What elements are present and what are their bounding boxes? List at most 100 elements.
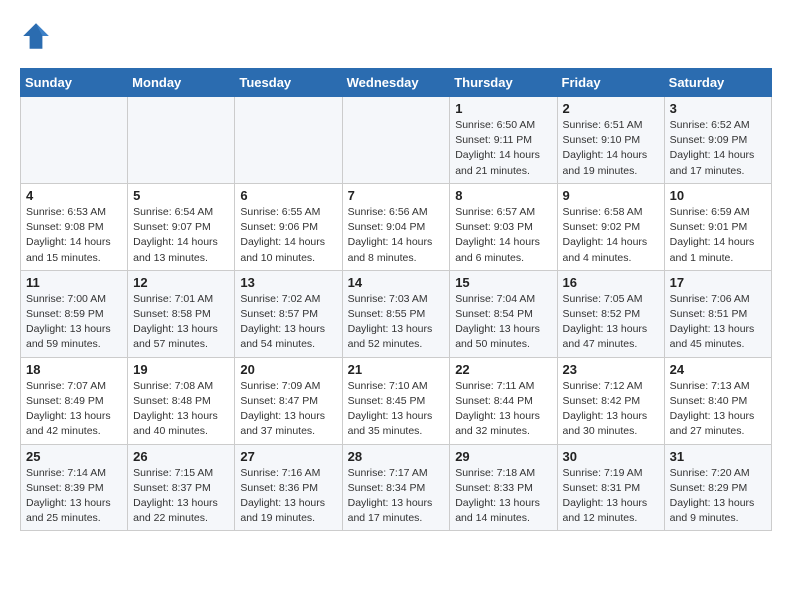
calendar-cell: [235, 97, 342, 184]
day-info: Sunrise: 7:15 AM Sunset: 8:37 PM Dayligh…: [133, 466, 229, 527]
day-info: Sunrise: 7:11 AM Sunset: 8:44 PM Dayligh…: [455, 379, 551, 440]
calendar-cell: [21, 97, 128, 184]
weekday-header-monday: Monday: [128, 69, 235, 97]
page-header: [20, 20, 772, 52]
day-number: 26: [133, 449, 229, 464]
day-number: 14: [348, 275, 445, 290]
day-number: 21: [348, 362, 445, 377]
weekday-header-wednesday: Wednesday: [342, 69, 450, 97]
day-number: 19: [133, 362, 229, 377]
day-info: Sunrise: 7:00 AM Sunset: 8:59 PM Dayligh…: [26, 292, 122, 353]
day-info: Sunrise: 7:19 AM Sunset: 8:31 PM Dayligh…: [563, 466, 659, 527]
day-info: Sunrise: 6:55 AM Sunset: 9:06 PM Dayligh…: [240, 205, 336, 266]
calendar-cell: [128, 97, 235, 184]
day-number: 30: [563, 449, 659, 464]
day-number: 29: [455, 449, 551, 464]
weekday-header-sunday: Sunday: [21, 69, 128, 97]
calendar-cell: 26 Sunrise: 7:15 AM Sunset: 8:37 PM Dayli…: [128, 444, 235, 531]
day-info: Sunrise: 7:02 AM Sunset: 8:57 PM Dayligh…: [240, 292, 336, 353]
day-info: Sunrise: 7:10 AM Sunset: 8:45 PM Dayligh…: [348, 379, 445, 440]
day-info: Sunrise: 6:53 AM Sunset: 9:08 PM Dayligh…: [26, 205, 122, 266]
calendar-cell: 31 Sunrise: 7:20 AM Sunset: 8:29 PM Dayli…: [664, 444, 771, 531]
day-number: 25: [26, 449, 122, 464]
calendar-cell: 2 Sunrise: 6:51 AM Sunset: 9:10 PM Daylig…: [557, 97, 664, 184]
weekday-header-saturday: Saturday: [664, 69, 771, 97]
day-info: Sunrise: 6:54 AM Sunset: 9:07 PM Dayligh…: [133, 205, 229, 266]
calendar-cell: 19 Sunrise: 7:08 AM Sunset: 8:48 PM Dayli…: [128, 357, 235, 444]
day-number: 27: [240, 449, 336, 464]
day-info: Sunrise: 6:56 AM Sunset: 9:04 PM Dayligh…: [348, 205, 445, 266]
day-number: 24: [670, 362, 766, 377]
day-number: 2: [563, 101, 659, 116]
day-number: 13: [240, 275, 336, 290]
calendar-cell: 20 Sunrise: 7:09 AM Sunset: 8:47 PM Dayli…: [235, 357, 342, 444]
day-info: Sunrise: 7:09 AM Sunset: 8:47 PM Dayligh…: [240, 379, 336, 440]
day-number: 31: [670, 449, 766, 464]
calendar-cell: 29 Sunrise: 7:18 AM Sunset: 8:33 PM Dayli…: [450, 444, 557, 531]
day-number: 4: [26, 188, 122, 203]
day-info: Sunrise: 7:18 AM Sunset: 8:33 PM Dayligh…: [455, 466, 551, 527]
day-number: 9: [563, 188, 659, 203]
logo: [20, 20, 56, 52]
calendar-cell: 5Sunrise: 6:54 AM Sunset: 9:07 PM Daylig…: [128, 183, 235, 270]
day-number: 12: [133, 275, 229, 290]
day-number: 15: [455, 275, 551, 290]
day-number: 7: [348, 188, 445, 203]
day-number: 17: [670, 275, 766, 290]
day-number: 1: [455, 101, 551, 116]
calendar-table: SundayMondayTuesdayWednesdayThursdayFrid…: [20, 68, 772, 531]
calendar-cell: 13 Sunrise: 7:02 AM Sunset: 8:57 PM Dayli…: [235, 270, 342, 357]
day-info: Sunrise: 6:51 AM Sunset: 9:10 PM Dayligh…: [563, 118, 659, 179]
weekday-header-row: SundayMondayTuesdayWednesdayThursdayFrid…: [21, 69, 772, 97]
calendar-cell: 15 Sunrise: 7:04 AM Sunset: 8:54 PM Dayli…: [450, 270, 557, 357]
day-info: Sunrise: 6:52 AM Sunset: 9:09 PM Dayligh…: [670, 118, 766, 179]
day-number: 11: [26, 275, 122, 290]
weekday-header-thursday: Thursday: [450, 69, 557, 97]
calendar-cell: 22 Sunrise: 7:11 AM Sunset: 8:44 PM Dayli…: [450, 357, 557, 444]
day-number: 10: [670, 188, 766, 203]
day-number: 22: [455, 362, 551, 377]
day-info: Sunrise: 7:01 AM Sunset: 8:58 PM Dayligh…: [133, 292, 229, 353]
day-info: Sunrise: 6:59 AM Sunset: 9:01 PM Dayligh…: [670, 205, 766, 266]
calendar-cell: 9 Sunrise: 6:58 AM Sunset: 9:02 PM Daylig…: [557, 183, 664, 270]
week-row-1: 1 Sunrise: 6:50 AM Sunset: 9:11 PM Daylig…: [21, 97, 772, 184]
day-info: Sunrise: 7:12 AM Sunset: 8:42 PM Dayligh…: [563, 379, 659, 440]
day-info: Sunrise: 7:03 AM Sunset: 8:55 PM Dayligh…: [348, 292, 445, 353]
day-info: Sunrise: 7:14 AM Sunset: 8:39 PM Dayligh…: [26, 466, 122, 527]
week-row-4: 18Sunrise: 7:07 AM Sunset: 8:49 PM Dayli…: [21, 357, 772, 444]
calendar-cell: 12 Sunrise: 7:01 AM Sunset: 8:58 PM Dayli…: [128, 270, 235, 357]
calendar-cell: [342, 97, 450, 184]
day-number: 6: [240, 188, 336, 203]
week-row-5: 25 Sunrise: 7:14 AM Sunset: 8:39 PM Dayli…: [21, 444, 772, 531]
day-info: Sunrise: 7:13 AM Sunset: 8:40 PM Dayligh…: [670, 379, 766, 440]
calendar-cell: 4 Sunrise: 6:53 AM Sunset: 9:08 PM Daylig…: [21, 183, 128, 270]
calendar-cell: 23 Sunrise: 7:12 AM Sunset: 8:42 PM Dayli…: [557, 357, 664, 444]
week-row-3: 11 Sunrise: 7:00 AM Sunset: 8:59 PM Dayli…: [21, 270, 772, 357]
calendar-cell: 10 Sunrise: 6:59 AM Sunset: 9:01 PM Dayli…: [664, 183, 771, 270]
day-number: 23: [563, 362, 659, 377]
day-number: 20: [240, 362, 336, 377]
calendar-cell: 28Sunrise: 7:17 AM Sunset: 8:34 PM Dayli…: [342, 444, 450, 531]
calendar-cell: 1 Sunrise: 6:50 AM Sunset: 9:11 PM Daylig…: [450, 97, 557, 184]
day-info: Sunrise: 7:06 AM Sunset: 8:51 PM Dayligh…: [670, 292, 766, 353]
day-info: Sunrise: 7:04 AM Sunset: 8:54 PM Dayligh…: [455, 292, 551, 353]
day-number: 18: [26, 362, 122, 377]
calendar-cell: 27Sunrise: 7:16 AM Sunset: 8:36 PM Dayli…: [235, 444, 342, 531]
day-info: Sunrise: 6:57 AM Sunset: 9:03 PM Dayligh…: [455, 205, 551, 266]
calendar-cell: 14 Sunrise: 7:03 AM Sunset: 8:55 PM Dayli…: [342, 270, 450, 357]
calendar-cell: 8Sunrise: 6:57 AM Sunset: 9:03 PM Daylig…: [450, 183, 557, 270]
weekday-header-tuesday: Tuesday: [235, 69, 342, 97]
day-info: Sunrise: 7:08 AM Sunset: 8:48 PM Dayligh…: [133, 379, 229, 440]
calendar-cell: 30 Sunrise: 7:19 AM Sunset: 8:31 PM Dayli…: [557, 444, 664, 531]
day-info: Sunrise: 7:20 AM Sunset: 8:29 PM Dayligh…: [670, 466, 766, 527]
day-info: Sunrise: 6:50 AM Sunset: 9:11 PM Dayligh…: [455, 118, 551, 179]
day-info: Sunrise: 6:58 AM Sunset: 9:02 PM Dayligh…: [563, 205, 659, 266]
calendar-cell: 24 Sunrise: 7:13 AM Sunset: 8:40 PM Dayli…: [664, 357, 771, 444]
day-info: Sunrise: 7:17 AM Sunset: 8:34 PM Dayligh…: [348, 466, 445, 527]
day-number: 16: [563, 275, 659, 290]
calendar-cell: 6 Sunrise: 6:55 AM Sunset: 9:06 PM Daylig…: [235, 183, 342, 270]
logo-icon: [20, 20, 52, 52]
day-number: 3: [670, 101, 766, 116]
calendar-cell: 3 Sunrise: 6:52 AM Sunset: 9:09 PM Daylig…: [664, 97, 771, 184]
calendar-cell: 17 Sunrise: 7:06 AM Sunset: 8:51 PM Dayli…: [664, 270, 771, 357]
